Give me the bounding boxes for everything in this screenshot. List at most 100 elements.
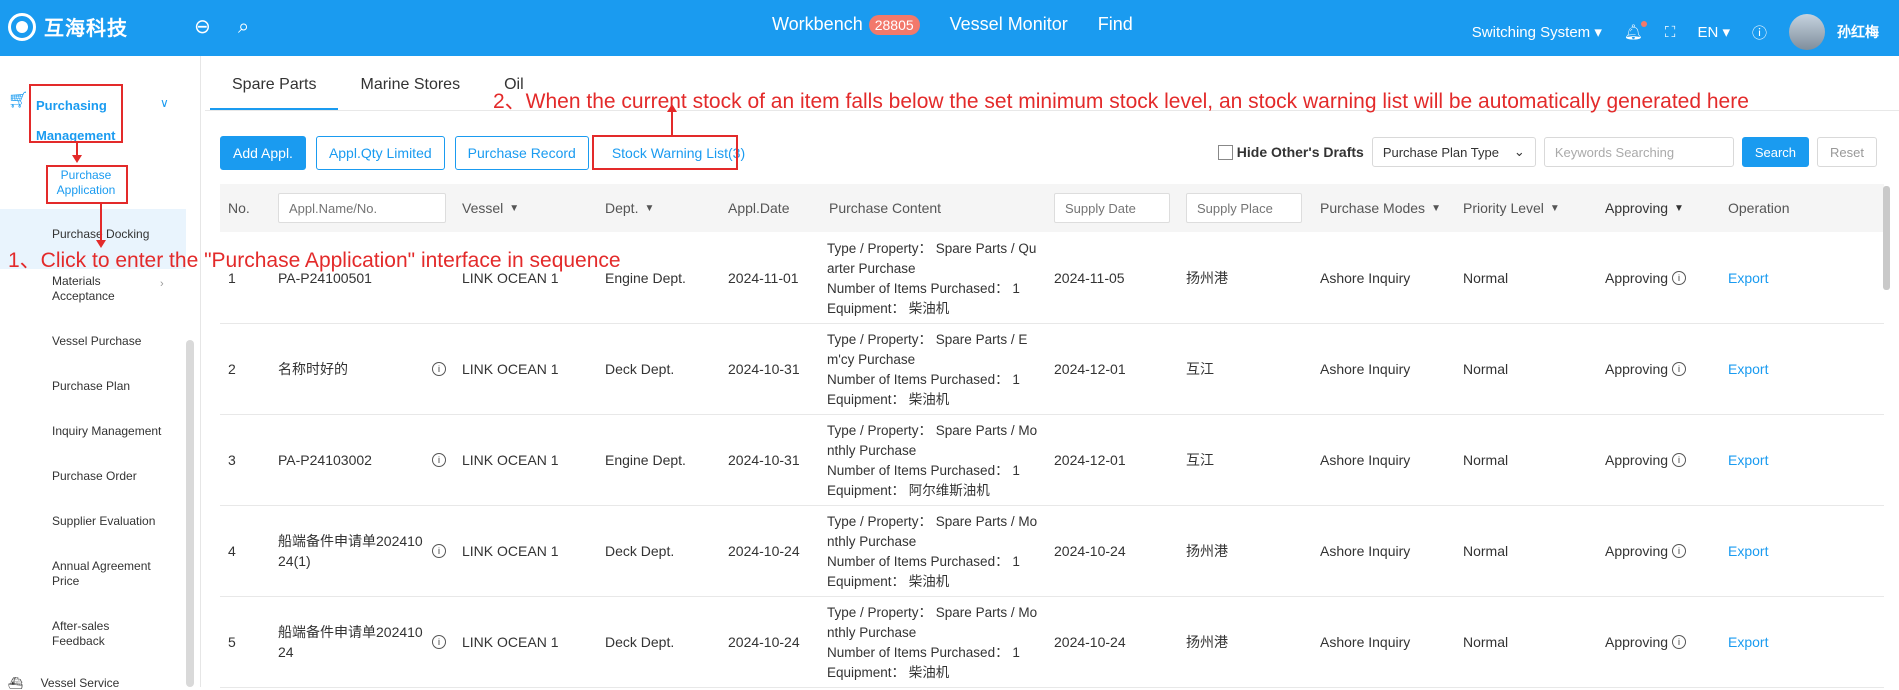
cell-supply-place: 互江 (1186, 361, 1214, 377)
hide-drafts-toggle[interactable]: Hide Other's Drafts (1217, 144, 1364, 160)
info-icon[interactable]: i (432, 635, 446, 649)
table-row[interactable]: 5 船端备件申请单202410 24 i LINK OCEAN 1 Deck Dept.… (220, 597, 1884, 688)
chevron-down-icon: ▾ (1722, 24, 1730, 41)
keyword-search-input[interactable] (1543, 137, 1734, 167)
language-dropdown[interactable]: EN ▾ (1697, 23, 1730, 41)
appl-qty-limited-button[interactable]: Appl.Qty Limited (315, 136, 445, 170)
cell-purchase-content: Type / Property： Spare Parts / Mo nthly P… (827, 421, 1052, 501)
cell-supply-date: 2024-10-24 (1054, 543, 1126, 559)
chevron-right-icon: › (160, 278, 164, 290)
col-vessel[interactable]: Vessel ▼ (462, 184, 519, 232)
content-line: Type / Property： Spare Parts / Qu (827, 241, 1037, 256)
info-icon[interactable]: i (1672, 544, 1687, 558)
sidebar-item-after-sales-feedback[interactable]: After-sales Feedback (52, 619, 122, 649)
content-line: Number of Items Purchased： 1 (827, 463, 1020, 478)
col-priority-label: Priority Level (1463, 200, 1544, 216)
reset-button[interactable]: Reset (1817, 137, 1877, 167)
status-text: Approving (1605, 543, 1669, 559)
add-appl-button[interactable]: Add Appl. (220, 136, 306, 170)
sidebar-item-annual-agreement-price[interactable]: Annual Agreement Price (52, 559, 162, 589)
cell-dept: Engine Dept. (605, 452, 686, 468)
content-line: nthly Purchase (827, 625, 917, 640)
appl-name-text: 名称时好的 (278, 361, 348, 377)
info-icon[interactable]: i (432, 453, 446, 467)
supply-date-filter-input[interactable] (1054, 193, 1170, 223)
table-scrollbar[interactable] (1883, 186, 1890, 290)
vessel-service-label: Vessel Service (40, 676, 120, 690)
table-row[interactable]: 3 PA-P24103002 i LINK OCEAN 1 Engine Dept. 20… (220, 415, 1884, 506)
info-icon[interactable]: i (432, 544, 446, 558)
info-icon[interactable]: i (432, 362, 446, 376)
switch-system-dropdown[interactable]: Switching System ▾ (1472, 23, 1602, 41)
col-approving[interactable]: Approving ▼ (1605, 184, 1684, 232)
table-row[interactable]: 4 船端备件申请单202410 24(1) i LINK OCEAN 1 Deck De… (220, 506, 1884, 597)
col-purchase-modes[interactable]: Purchase Modes ▼ (1320, 184, 1441, 232)
sidebar-group-vessel-service[interactable]: ⛴ Vessel Service (8, 676, 119, 690)
appl-name-text: 船端备件申请单202410 24 (278, 624, 423, 660)
caret-down-icon: ▼ (644, 202, 655, 214)
cell-purchase-mode: Ashore Inquiry (1320, 543, 1411, 559)
info-icon[interactable]: i (1672, 453, 1687, 467)
export-link[interactable]: Export (1728, 506, 1768, 596)
sidebar-item-purchase-plan[interactable]: Purchase Plan (52, 379, 172, 394)
appl-name-filter-input[interactable] (278, 193, 446, 223)
col-priority-level[interactable]: Priority Level ▼ (1463, 184, 1560, 232)
info-icon[interactable]: i (1672, 362, 1687, 376)
supply-place-filter-input[interactable] (1186, 193, 1302, 223)
cell-status: Approving i (1605, 597, 1687, 687)
info-icon[interactable]: i (1672, 271, 1687, 285)
hide-drafts-checkbox[interactable] (1217, 144, 1233, 160)
help-icon[interactable]: ⓘ (1752, 22, 1767, 43)
nav-workbench[interactable]: Workbench 28805 (772, 14, 920, 35)
cell-priority: Normal (1463, 452, 1509, 468)
cell-appl-name: 船端备件申请单202410 24(1) i (278, 506, 446, 596)
cell-vessel: LINK OCEAN 1 (462, 452, 559, 468)
cell-status: Approving i (1605, 324, 1687, 414)
user-menu[interactable]: 孙红梅 (1789, 14, 1879, 50)
table-header: No. Vessel ▼ Dept. ▼ Appl.Date Purchase Co… (220, 184, 1884, 232)
cell-supply-place: 互江 (1186, 452, 1214, 468)
export-link[interactable]: Export (1728, 324, 1768, 414)
sidebar-item-materials-acceptance[interactable]: Materials Acceptance (52, 274, 132, 304)
back-icon[interactable]: ⊖ (194, 16, 211, 38)
sidebar-item-purchase-order[interactable]: Purchase Order (52, 469, 172, 484)
caret-down-icon: ▼ (509, 202, 520, 214)
purchase-record-button[interactable]: Purchase Record (454, 136, 589, 170)
export-link[interactable]: Export (1728, 415, 1768, 505)
cell-dept: Deck Dept. (605, 634, 675, 650)
cell-purchase-content: Type / Property： Spare Parts / Qu arter P… (827, 239, 1052, 319)
fullscreen-icon[interactable]: ⛶ (1665, 24, 1676, 41)
sidebar-item-purchase-docking[interactable]: Purchase Docking (52, 227, 172, 242)
sidebar-item-vessel-purchase[interactable]: Vessel Purchase (52, 334, 172, 349)
cell-purchase-content: Type / Property： Spare Parts / Mo nthly P… (827, 603, 1052, 683)
tab-marine-stores[interactable]: Marine Stores (338, 56, 482, 108)
workbench-count-badge: 28805 (868, 14, 920, 35)
nav-find[interactable]: Find (1098, 14, 1133, 35)
content-line: nthly Purchase (827, 534, 917, 549)
search-icon[interactable]: ⌕ (238, 16, 249, 38)
tab-spare-parts[interactable]: Spare Parts (210, 56, 339, 111)
cart-icon: 🛒︎ (8, 92, 29, 109)
sidebar-scrollbar[interactable] (186, 340, 194, 687)
table-row[interactable]: 2 名称时好的 i LINK OCEAN 1 Deck Dept. 2024-10-31 T… (220, 324, 1884, 415)
cell-supply-place: 扬州港 (1186, 543, 1228, 559)
export-link[interactable]: Export (1728, 233, 1768, 323)
info-icon[interactable]: i (1672, 635, 1687, 649)
export-link[interactable]: Export (1728, 597, 1768, 687)
logo-text: 互海科技 (44, 18, 128, 40)
sidebar-item-inquiry-management[interactable]: Inquiry Management (52, 424, 192, 439)
bell-icon[interactable]: 🔔︎ (1624, 21, 1647, 41)
purchase-plan-type-select[interactable]: Purchase Plan Type ⌄ (1371, 137, 1536, 167)
search-button[interactable]: Search (1741, 137, 1810, 167)
logo[interactable]: 互海科技 (8, 12, 128, 41)
content-line: Number of Items Purchased： 1 (827, 645, 1020, 660)
col-dept[interactable]: Dept. ▼ (605, 184, 654, 232)
cell-purchase-mode: Ashore Inquiry (1320, 452, 1411, 468)
content-line: Equipment： 柴油机 (827, 392, 950, 407)
chevron-down-icon[interactable]: ∨ (160, 96, 169, 110)
sidebar-item-supplier-evaluation[interactable]: Supplier Evaluation (52, 514, 172, 529)
nav-vessel-monitor[interactable]: Vessel Monitor (950, 14, 1068, 35)
plan-type-value: Purchase Plan Type (1382, 144, 1499, 160)
cell-appl-name: PA-P24103002 i (278, 415, 446, 505)
content-line: m'cy Purchase (827, 352, 916, 367)
